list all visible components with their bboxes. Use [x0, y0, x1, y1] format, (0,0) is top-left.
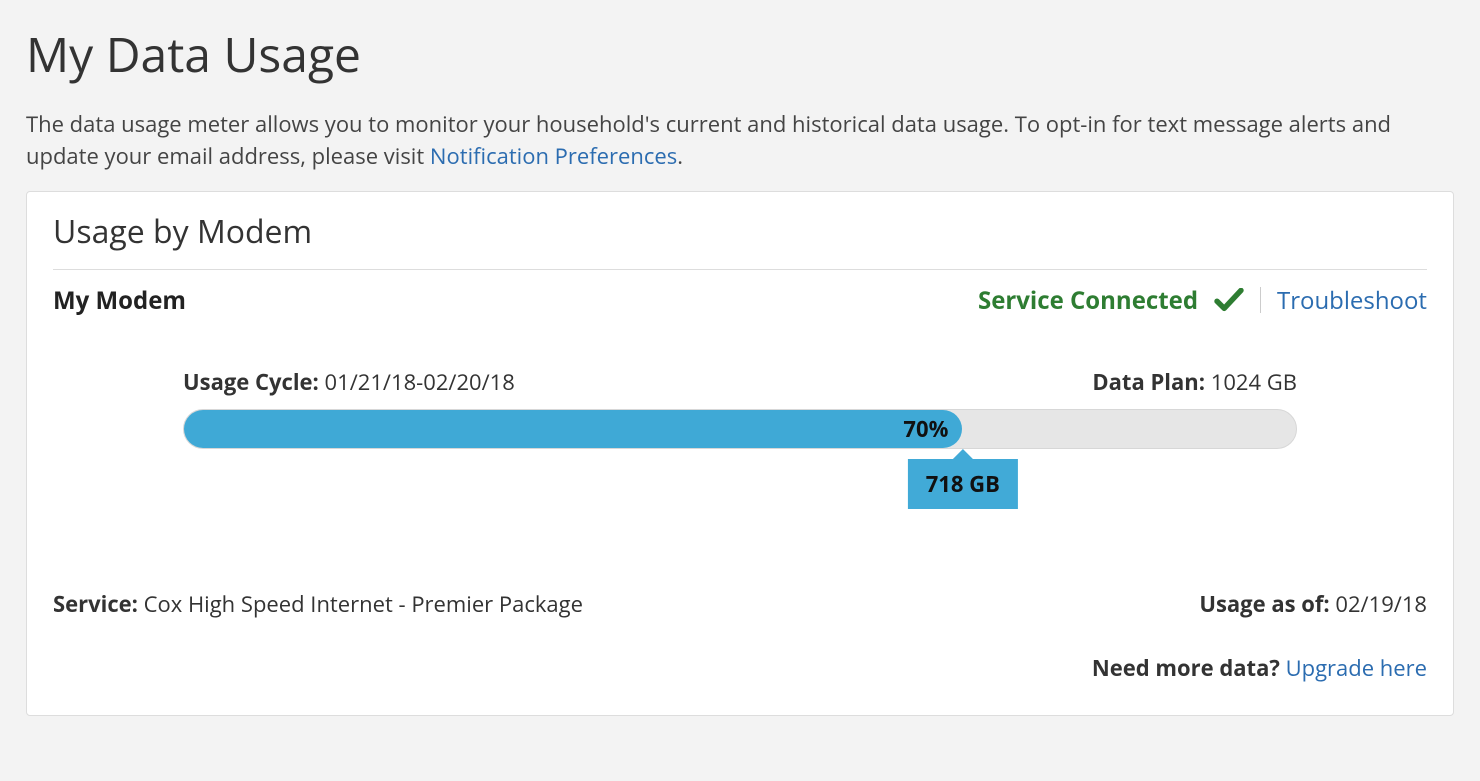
usage-cycle-value: 01/21/18-02/20/18 [325, 367, 515, 397]
upgrade-row: Need more data? Upgrade here [53, 653, 1427, 683]
service-value: Cox High Speed Internet - Premier Packag… [144, 589, 583, 619]
usage-cycle: Usage Cycle: 01/21/18-02/20/18 [183, 367, 515, 397]
vertical-divider [1260, 287, 1261, 313]
divider-line [53, 269, 1427, 270]
service-row: Service: Cox High Speed Internet - Premi… [53, 589, 1427, 619]
modem-status-group: Service Connected Troubleshoot [978, 284, 1427, 317]
progress-percent-text: 70% [903, 410, 962, 448]
usage-card: Usage by Modem My Modem Service Connecte… [26, 191, 1454, 716]
modem-header-row: My Modem Service Connected Troubleshoot [53, 284, 1427, 317]
asof-label: Usage as of: [1199, 589, 1335, 619]
service-label: Service: [53, 589, 144, 619]
data-plan: Data Plan: 1024 GB [1092, 367, 1297, 397]
upgrade-link[interactable]: Upgrade here [1286, 653, 1427, 683]
usage-cycle-label: Usage Cycle: [183, 367, 325, 397]
service-status-text: Service Connected [978, 284, 1198, 317]
page-title: My Data Usage [26, 22, 1454, 87]
progress-track: 70% [183, 409, 1297, 449]
notification-preferences-link[interactable]: Notification Preferences [430, 141, 677, 171]
data-plan-value: 1024 GB [1211, 367, 1297, 397]
usage-asof: Usage as of: 02/19/18 [1199, 589, 1427, 619]
intro-prefix: The data usage meter allows you to monit… [26, 109, 1391, 171]
need-more-label: Need more data? [1092, 653, 1286, 683]
intro-suffix: . [677, 141, 683, 171]
progress-fill [184, 410, 962, 448]
meter-header: Usage Cycle: 01/21/18-02/20/18 Data Plan… [183, 367, 1297, 397]
modem-name: My Modem [53, 284, 186, 317]
asof-value: 02/19/18 [1335, 589, 1427, 619]
usage-meter: Usage Cycle: 01/21/18-02/20/18 Data Plan… [53, 367, 1427, 519]
data-plan-label: Data Plan: [1092, 367, 1210, 397]
checkmark-icon [1214, 288, 1244, 312]
service-info: Service: Cox High Speed Internet - Premi… [53, 589, 583, 619]
callout-wrapper: 718 GB [183, 459, 1297, 519]
usage-callout: 718 GB [908, 459, 1018, 509]
card-title: Usage by Modem [53, 210, 1427, 253]
troubleshoot-link[interactable]: Troubleshoot [1277, 284, 1427, 317]
intro-text: The data usage meter allows you to monit… [26, 109, 1426, 173]
